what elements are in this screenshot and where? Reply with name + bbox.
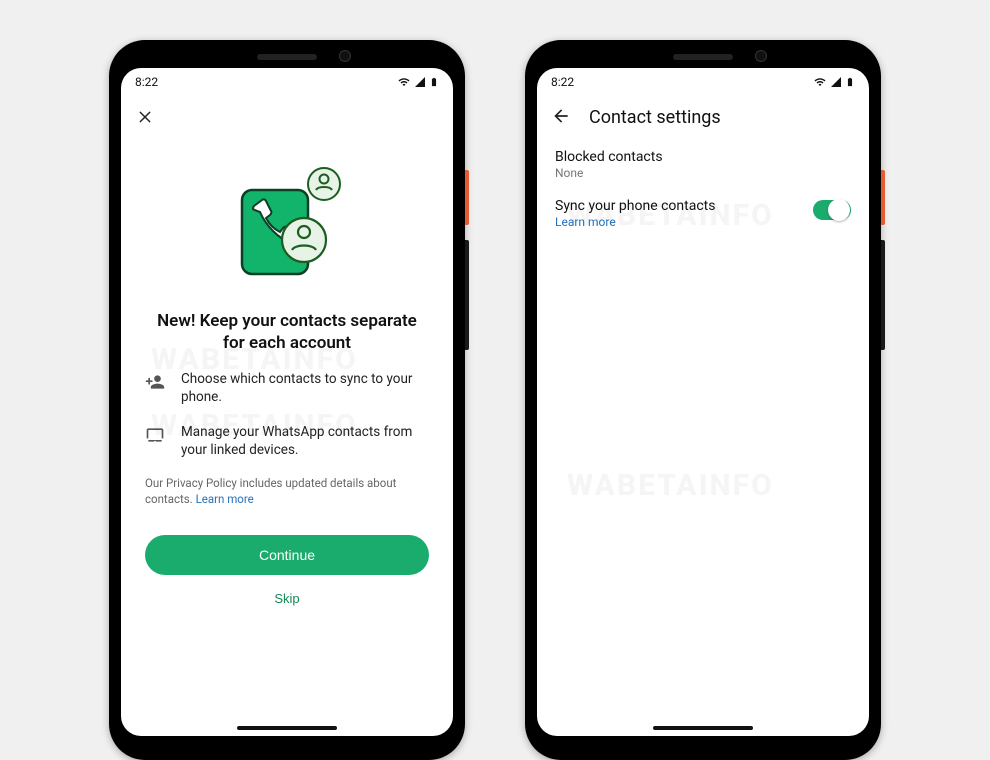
screen-right: 8:22 Contact settings Blocked contacts N… [537,68,869,736]
privacy-prefix: Our Privacy Policy includes updated deta… [145,476,396,506]
nav-gesture-pill [237,726,337,730]
watermark: WABETAINFO [567,468,774,503]
onboarding-title: New! Keep your contacts separate for eac… [145,310,429,354]
phone-power-button [881,170,885,225]
wifi-icon [397,76,411,88]
status-time: 8:22 [551,75,574,89]
skip-button[interactable]: Skip [145,591,429,606]
blocked-contacts-label: Blocked contacts [555,149,851,165]
page-title: Contact settings [589,107,721,128]
screen-left: 8:22 [121,68,453,736]
continue-button[interactable]: Continue [145,535,429,575]
status-icons [397,75,439,89]
wifi-icon [813,76,827,88]
sync-contacts-toggle[interactable] [813,200,851,220]
phone-mockup-right: 8:22 Contact settings Blocked contacts N… [525,40,881,760]
feature-text-devices: Manage your WhatsApp contacts from your … [181,423,429,459]
sync-learn-more-link[interactable]: Learn more [555,215,715,229]
phone-camera [755,50,767,62]
close-icon[interactable] [131,102,159,134]
sync-contacts-label: Sync your phone contacts [555,198,715,214]
feature-text-sync: Choose which contacts to sync to your ph… [181,370,429,406]
signal-icon [413,76,427,88]
feature-row-sync: Choose which contacts to sync to your ph… [145,370,429,406]
phone-power-button [465,170,469,225]
status-time: 8:22 [135,75,158,89]
feature-row-devices: Manage your WhatsApp contacts from your … [145,423,429,459]
person-add-icon [145,370,167,396]
status-icons [813,75,855,89]
battery-icon [429,75,439,89]
phone-mockup-left: 8:22 [109,40,465,760]
back-arrow-icon[interactable] [551,106,571,129]
contacts-illustration [145,144,429,310]
settings-header: Contact settings [537,96,869,137]
battery-icon [845,75,855,89]
phone-volume-button [881,240,885,350]
setting-sync-contacts: Sync your phone contacts Learn more [555,198,851,229]
nav-gesture-pill [653,726,753,730]
phone-speaker [257,54,317,60]
setting-blocked-contacts[interactable]: Blocked contacts None [555,149,851,180]
status-bar: 8:22 [121,68,453,96]
phone-volume-button [465,240,469,350]
status-bar: 8:22 [537,68,869,96]
privacy-learn-more-link[interactable]: Learn more [196,492,254,506]
signal-icon [829,76,843,88]
privacy-note: Our Privacy Policy includes updated deta… [145,475,429,507]
phone-camera [339,50,351,62]
blocked-contacts-value: None [555,166,851,180]
phone-speaker [673,54,733,60]
devices-icon [145,423,167,449]
